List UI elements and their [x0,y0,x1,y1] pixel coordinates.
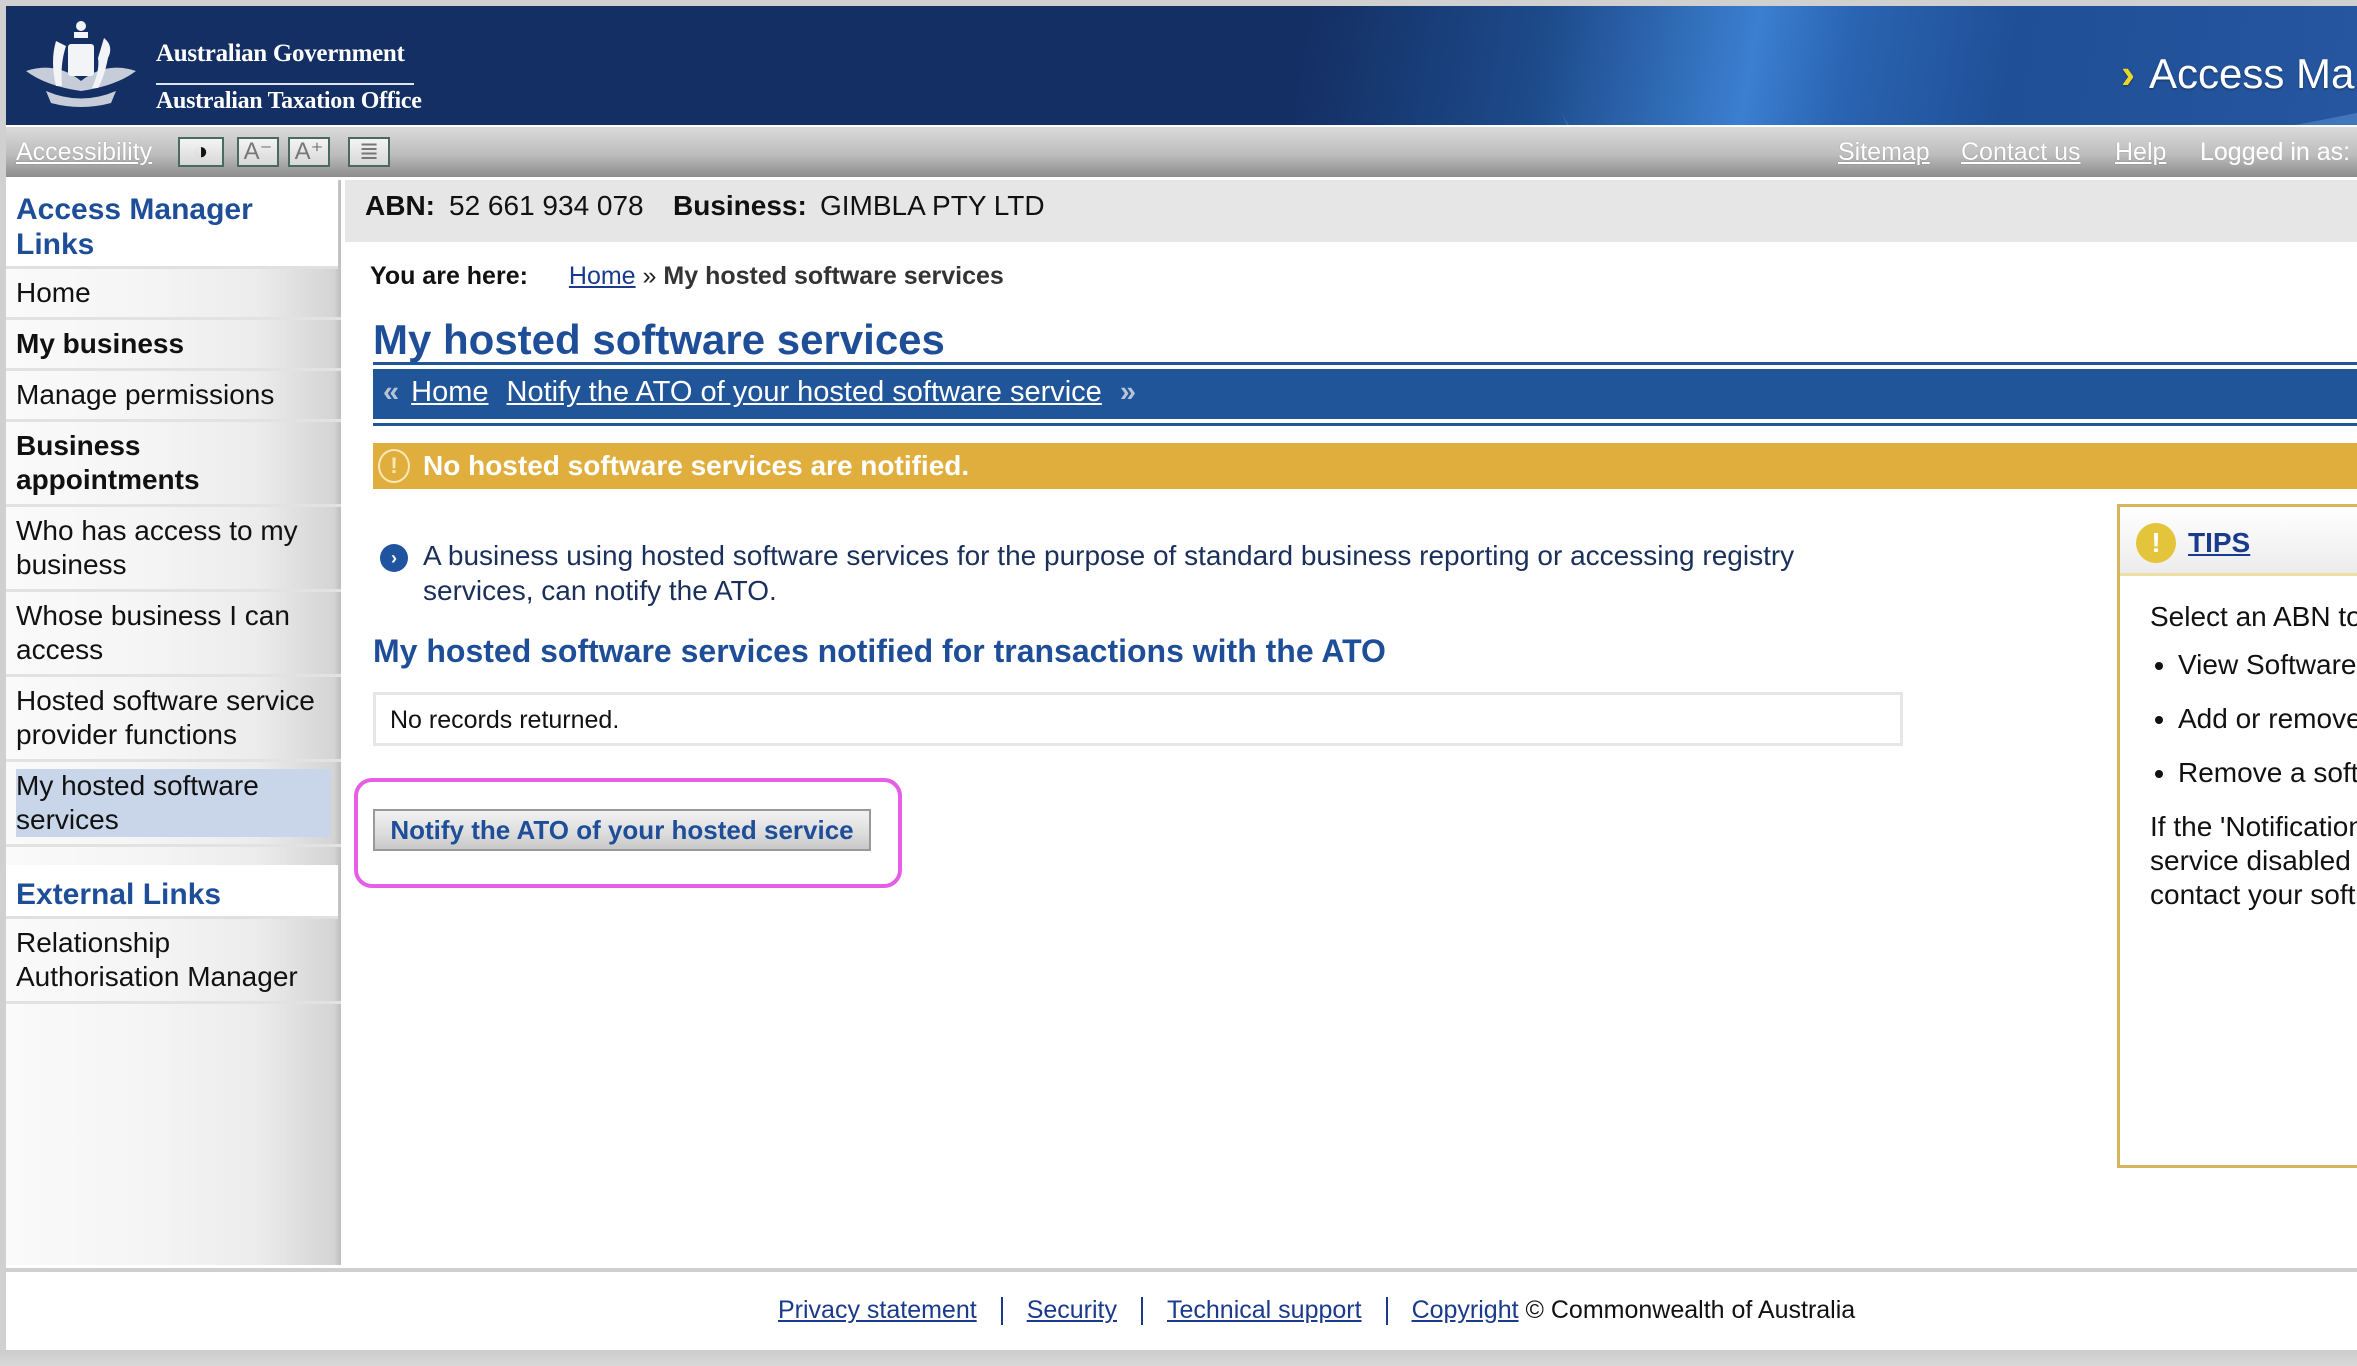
tips-header: ! TIPS [2120,507,2357,576]
app-title-text: Access Ma [2149,50,2355,97]
sidebar-item-label: Relationship Authorisation Manager [16,927,298,992]
decrease-text-button[interactable]: A⁻ [237,137,279,167]
utility-toolbar: Accessibility ◑ A⁻ A⁺ ≣ Sitemap Contact … [6,127,2357,177]
business-label: Business: [673,190,807,221]
accessibility-link[interactable]: Accessibility [16,138,152,167]
coat-of-arms-icon [26,21,136,107]
bottom-strip [0,1350,2357,1366]
sidebar-item-whose-business[interactable]: Whose business I can access [6,592,341,677]
footer-divider [1141,1297,1143,1326]
sidebar-item-ram[interactable]: Relationship Authorisation Manager [6,919,341,1004]
increase-text-button[interactable]: A⁺ [288,137,330,167]
chevron-left-icon: « [383,376,400,408]
sidebar-section-title: External Links [6,865,338,919]
exclamation-icon: ! [2136,523,2176,563]
sidebar-item-label: My hosted software services [16,769,331,837]
sidebar-item-home[interactable]: Home [6,269,341,320]
sidebar-item-label: My business [16,328,185,359]
sidebar-item-label: Who has access to my business [16,515,298,580]
tips-intro: Select an ABN to [2150,601,2357,632]
sidebar-item-who-has-access[interactable]: Who has access to my business [6,507,341,592]
info-text: A business using hosted software service… [423,540,1795,606]
contrast-toggle-button[interactable]: ◑ [178,137,224,167]
tips-body: Select an ABN to View Software Add or re… [2120,576,2357,912]
sidebar-item-label: Manage permissions [16,379,275,410]
security-link[interactable]: Security [1027,1296,1117,1324]
page-title: My hosted software services [373,316,945,363]
site-header: Australian Government Australian Taxatio… [6,6,2357,125]
chevron-right-icon: » [1119,376,1136,408]
abn-label: ABN: [365,190,435,221]
technical-support-link[interactable]: Technical support [1167,1296,1362,1324]
footer-links: Privacy statement Security Technical suppo… [778,1296,1856,1326]
sidebar-section-title: Access Manager Links [6,180,338,269]
status-banner-text: No hosted software services are notified… [423,450,970,481]
chevron-right-icon: › [2121,50,2135,97]
sidebar-item-manage-permissions[interactable]: Manage permissions [6,371,341,422]
tips-note: If the 'Notification 'Disabled' this me … [2150,811,2357,910]
business-info-bar: ABN: 52 661 934 078 Business: GIMBLA PTY… [345,180,2357,242]
records-table: No records returned. [373,692,1903,746]
main-content: You are here: Home » My hosted software … [345,242,2357,1265]
empty-records-message: No records returned. [390,706,620,734]
logged-in-label: Logged in as: [2200,138,2351,166]
breadcrumb-separator: » [642,262,657,290]
breadcrumb: You are here: Home » My hosted software … [370,262,1004,291]
site-footer: Privacy statement Security Technical suppo… [6,1268,2357,1354]
help-link[interactable]: Help [2115,138,2166,167]
sidebar-item-my-hosted-services[interactable]: My hosted software services [6,762,341,847]
contact-us-link[interactable]: Contact us [1961,138,2081,167]
app-title: › Access Ma [2121,50,2354,98]
header-divider [156,83,414,85]
sidebar-item-label: Home [16,277,91,308]
tips-list-item: Remove a soft provider [2178,756,2357,790]
business-name: GIMBLA PTY LTD [820,190,1045,221]
government-title: Australian Government [156,40,405,67]
breadcrumb-label: You are here: [370,262,528,290]
sidebar-item-label: Business appointments [16,430,200,495]
tips-toggle-link[interactable]: TIPS [2188,527,2250,559]
text-smaller-icon: A⁻ [243,138,273,165]
footer-divider [1000,1297,1003,1326]
nav-home-link[interactable]: Home [411,376,488,408]
sidebar-item-my-business[interactable]: My business [6,320,341,371]
breadcrumb-home-link[interactable]: Home [569,262,636,290]
section-heading: My hosted software services notified for… [373,633,1386,669]
abn-value: 52 661 934 078 [449,190,644,221]
agency-name: Australian Taxation Office [156,88,422,114]
tips-panel: ! TIPS Select an ABN to View Software Ad… [2117,504,2357,1168]
tips-list: View Software Add or remove ID Remove a … [2150,648,2357,790]
tips-list-item: Add or remove ID [2178,702,2357,736]
page-nav-bar: « Home Notify the ATO of your hosted softw… [373,365,2357,423]
sitemap-link[interactable]: Sitemap [1838,138,1930,167]
tips-list-item: View Software [2178,648,2357,682]
sidebar-item-label: Hosted software service provider functio… [16,685,315,750]
layout-lines-icon: ≣ [358,138,380,165]
info-message: › A business using hosted software servi… [380,538,1860,608]
breadcrumb-current: My hosted software services [663,262,1004,290]
privacy-statement-link[interactable]: Privacy statement [778,1296,977,1324]
contrast-icon: ◑ [193,138,209,165]
warning-icon: ! [378,449,410,483]
arrow-bullet-icon: › [380,544,408,572]
notify-ato-button[interactable]: Notify the ATO of your hosted service [373,809,871,851]
nav-notify-link[interactable]: Notify the ATO of your hosted software s… [507,376,1102,408]
copyright-link[interactable]: Copyright [1412,1296,1519,1324]
copyright-text: © Commonwealth of Australia [1525,1296,1856,1324]
sidebar-item-business-appointments[interactable]: Business appointments [6,422,341,507]
sidebar-item-label: Whose business I can access [16,600,290,665]
sidebar: Access Manager Links Home My business Ma… [6,180,341,1265]
text-larger-icon: A⁺ [294,138,324,165]
footer-divider [1385,1297,1388,1326]
layout-toggle-button[interactable]: ≣ [348,137,390,167]
sidebar-item-hosted-provider-functions[interactable]: Hosted software service provider functio… [6,677,341,762]
status-banner: ! No hosted software services are notifi… [373,443,2357,489]
